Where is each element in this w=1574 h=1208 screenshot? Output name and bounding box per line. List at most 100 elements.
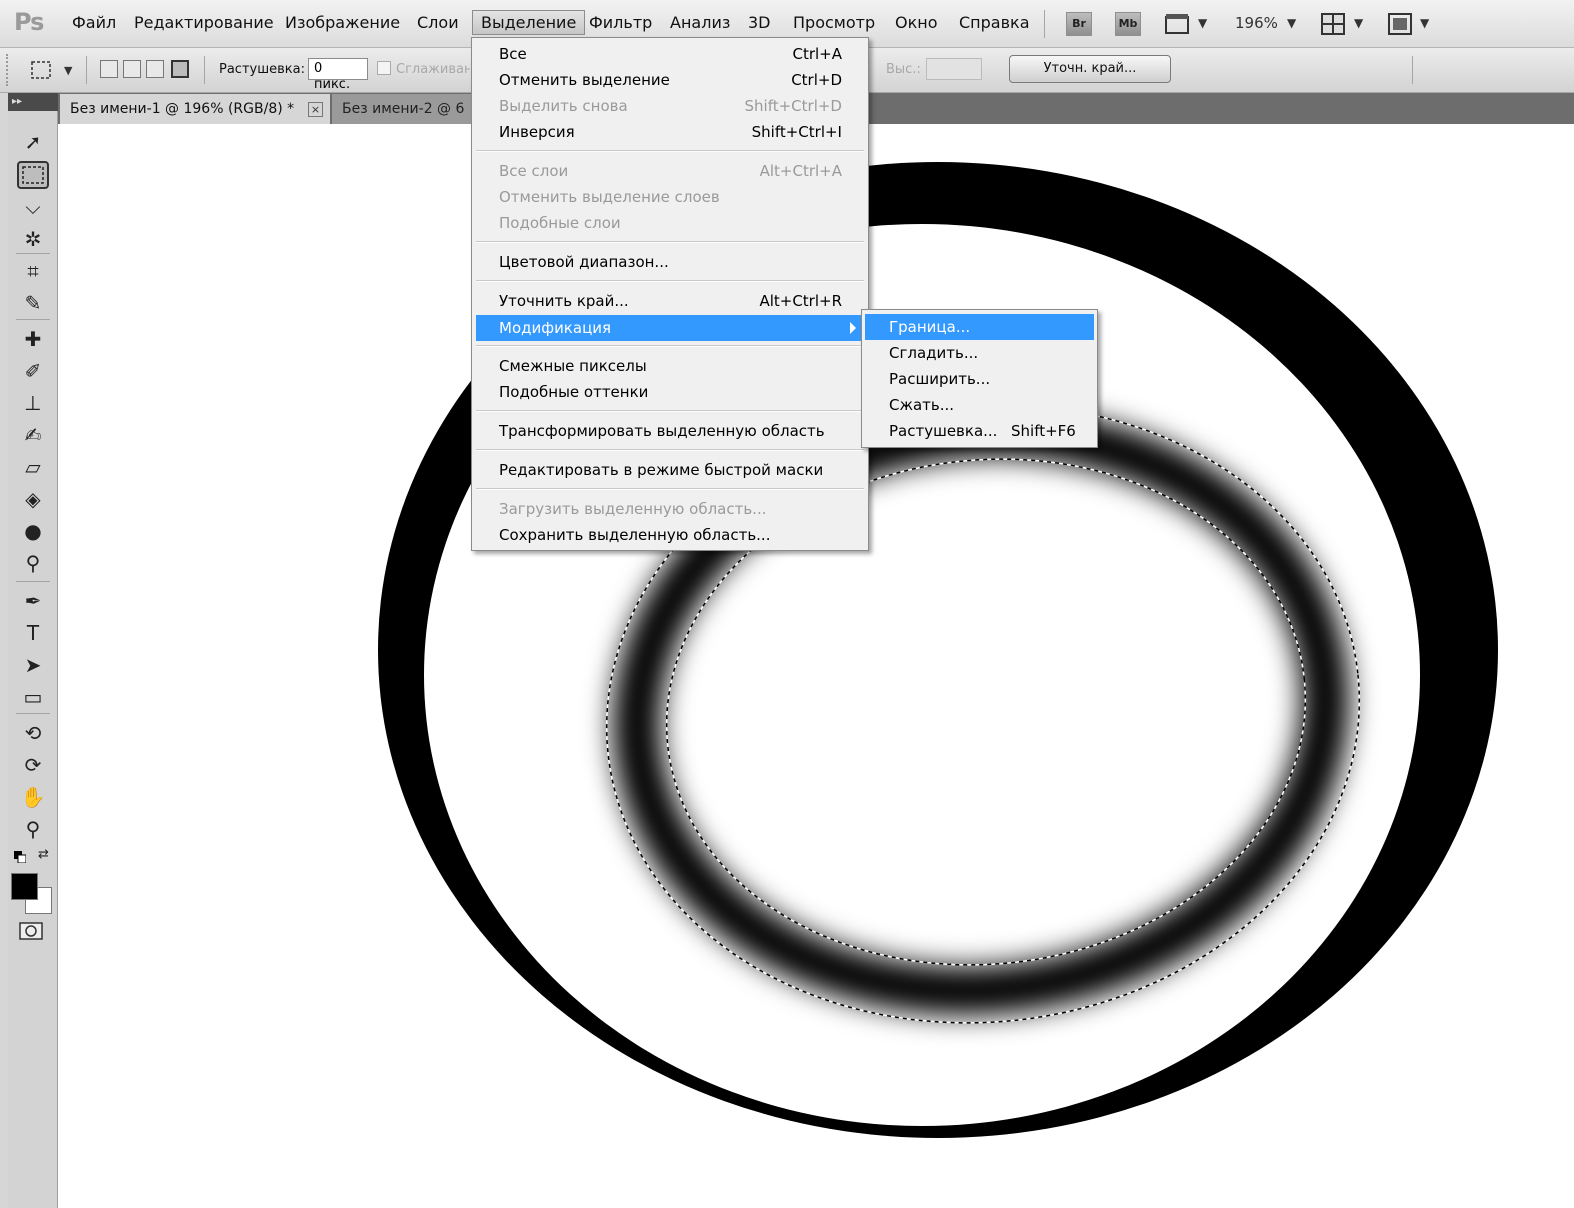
zoom-level[interactable]: 196% [1235, 14, 1278, 32]
arrange-documents-icon[interactable] [1320, 12, 1348, 36]
new-selection-icon[interactable] [100, 60, 118, 78]
swap-colors-icon[interactable]: ⇄ [38, 847, 49, 862]
modify-submenu: Граница... Сгладить... Расширить... Сжат… [861, 309, 1098, 448]
tools-divider [16, 319, 50, 320]
menu-help[interactable]: Справка [959, 13, 1030, 32]
menu-item-label: Подобные слои [499, 214, 621, 232]
menu-item-similar-layers: Подобные слои [476, 210, 864, 236]
hand-icon[interactable]: ✋ [17, 783, 49, 811]
brush-icon[interactable]: ✐ [17, 357, 49, 385]
foreground-color-swatch[interactable] [11, 873, 38, 900]
submenu-item-label: Расширить... [889, 370, 991, 388]
menu-item-all[interactable]: Все Ctrl+A [476, 41, 864, 67]
move-tool-icon[interactable]: ➚ [17, 128, 49, 156]
menu-item-reselect: Выделить снова Shift+Ctrl+D [476, 93, 864, 119]
spot-healing-icon[interactable]: ✚ [17, 325, 49, 353]
arrange-dropdown-icon[interactable]: ▼ [1354, 16, 1363, 30]
submenu-item-shortcut: Shift+F6 [1011, 422, 1076, 440]
history-brush-icon[interactable]: ✍ [17, 421, 49, 449]
menu-item-deselect[interactable]: Отменить выделение Ctrl+D [476, 67, 864, 93]
menu-image[interactable]: Изображение [285, 13, 400, 32]
menu-separator [476, 488, 864, 490]
menu-item-transform-selection[interactable]: Трансформировать выделенную область [476, 418, 864, 444]
menu-filter[interactable]: Фильтр [589, 13, 652, 32]
menu-layer[interactable]: Слои [417, 13, 459, 32]
submenu-item-border[interactable]: Граница... [865, 314, 1094, 340]
eraser-icon[interactable]: ▱ [17, 453, 49, 481]
menu-item-shortcut: Ctrl+A [792, 45, 842, 63]
menu-item-shortcut: Alt+Ctrl+A [759, 162, 842, 180]
options-grip-icon[interactable] [6, 54, 10, 86]
add-to-selection-icon[interactable] [123, 60, 141, 78]
menu-item-refine-edge[interactable]: Уточнить край... Alt+Ctrl+R [476, 288, 864, 314]
default-colors-icon[interactable] [14, 849, 27, 864]
subtract-from-selection-icon[interactable] [146, 60, 164, 78]
type-icon[interactable]: T [17, 619, 49, 647]
menu-item-label: Все [499, 45, 527, 63]
submenu-item-smooth[interactable]: Сгладить... [865, 340, 1094, 366]
menubar-divider [1044, 10, 1045, 38]
menu-item-shortcut: Alt+Ctrl+R [759, 292, 842, 310]
polygonal-lasso-icon[interactable]: ⌵ [17, 193, 49, 221]
pen-icon[interactable]: ✒ [17, 587, 49, 615]
document-tab-1[interactable]: Без имени-1 @ 196% (RGB/8) * × [60, 94, 330, 124]
paint-bucket-icon[interactable]: ◈ [17, 485, 49, 513]
select-menu-dropdown: Все Ctrl+A Отменить выделение Ctrl+D Выд… [471, 37, 869, 551]
menu-item-save-selection[interactable]: Сохранить выделенную область... [476, 522, 864, 548]
menu-item-load-selection: Загрузить выделенную область... [476, 496, 864, 522]
zoom-icon[interactable]: ⚲ [17, 815, 49, 843]
submenu-arrow-icon [850, 322, 856, 334]
menu-separator [476, 241, 864, 243]
close-tab-icon[interactable]: × [308, 102, 323, 117]
clone-stamp-icon[interactable]: ⊥ [17, 389, 49, 417]
menu-edit[interactable]: Редактирование [134, 13, 274, 32]
menu-item-inverse[interactable]: Инверсия Shift+Ctrl+I [476, 119, 864, 145]
menu-file[interactable]: Файл [72, 13, 116, 32]
menu-item-label: Все слои [499, 162, 569, 180]
eyedropper-icon[interactable]: ✎ [17, 289, 49, 317]
feather-input[interactable]: 0 пикс. [308, 58, 368, 92]
menu-item-label: Подобные оттенки [499, 383, 649, 401]
3d-rotate-icon[interactable]: ⟲ [17, 719, 49, 747]
menu-analysis[interactable]: Анализ [670, 13, 730, 32]
screen-mode-dropdown-icon[interactable]: ▼ [1420, 16, 1429, 30]
3d-orbit-icon[interactable]: ⟳ [17, 751, 49, 779]
menu-item-modify[interactable]: Модификация [476, 315, 864, 341]
submenu-item-contract[interactable]: Сжать... [865, 392, 1094, 418]
quick-mask-icon[interactable] [19, 921, 45, 941]
menu-item-grow[interactable]: Смежные пикселы [476, 353, 864, 379]
antialias-checkbox[interactable] [377, 61, 391, 75]
height-label: Выс.: [886, 62, 921, 77]
tools-divider [16, 253, 50, 254]
blur-icon[interactable]: ● [17, 517, 49, 545]
tools-panel-collapse-icon[interactable]: ▸▸ [8, 93, 58, 111]
refine-edge-button[interactable]: Уточн. край... [1009, 55, 1171, 83]
bridge-button[interactable]: Br [1066, 12, 1092, 36]
menu-item-color-range[interactable]: Цветовой диапазон... [476, 249, 864, 275]
menu-item-similar[interactable]: Подобные оттенки [476, 379, 864, 405]
quick-selection-icon[interactable]: ✲ [17, 225, 49, 253]
tool-preset-picker-icon[interactable] [28, 56, 56, 84]
menu-3d[interactable]: 3D [748, 13, 771, 32]
path-selection-icon[interactable]: ➤ [17, 651, 49, 679]
submenu-item-feather[interactable]: Растушевка... Shift+F6 [865, 418, 1094, 444]
intersect-selection-icon[interactable] [171, 60, 189, 78]
view-extras-icon[interactable] [1164, 12, 1192, 36]
antialias-label: Сглаживание [396, 62, 470, 77]
menu-select[interactable]: Выделение [472, 10, 586, 35]
tool-preset-dropdown-icon[interactable]: ▼ [64, 64, 72, 77]
zoom-dropdown-icon[interactable]: ▼ [1287, 16, 1296, 30]
height-input[interactable] [926, 58, 982, 80]
rectangle-shape-icon[interactable]: ▭ [17, 683, 49, 711]
view-extras-dropdown-icon[interactable]: ▼ [1198, 16, 1207, 30]
crop-icon[interactable]: ⌗ [17, 257, 49, 285]
submenu-item-expand[interactable]: Расширить... [865, 366, 1094, 392]
mini-bridge-button[interactable]: Mb [1115, 12, 1141, 36]
menu-item-quick-mask[interactable]: Редактировать в режиме быстрой маски [476, 457, 864, 483]
screen-mode-icon[interactable] [1387, 12, 1415, 36]
dodge-icon[interactable]: ⚲ [17, 549, 49, 577]
rectangular-marquee-icon[interactable] [17, 161, 49, 189]
menu-window[interactable]: Окно [895, 13, 938, 32]
menu-view[interactable]: Просмотр [793, 13, 875, 32]
options-divider [1412, 56, 1413, 84]
